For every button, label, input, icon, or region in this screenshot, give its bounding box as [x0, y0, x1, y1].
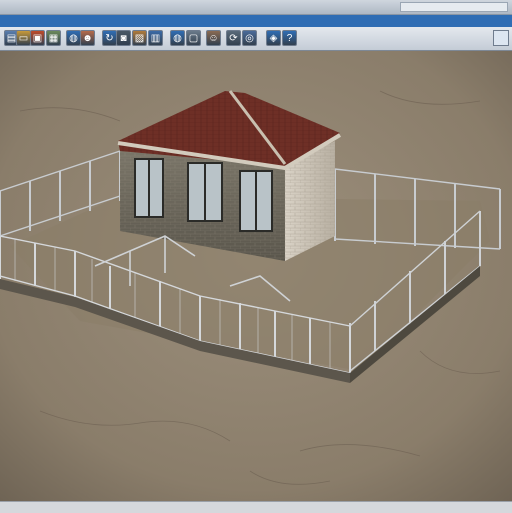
print-icon: ▦ [48, 33, 59, 44]
window-icon[interactable] [493, 30, 509, 46]
user-icon: ☺ [208, 33, 219, 44]
status-bar [0, 501, 512, 513]
rotate-icon: ⟳ [229, 33, 238, 44]
toolbar-button-save[interactable]: ▣ [30, 30, 45, 46]
toolbar-button-open-folder[interactable]: ▭ [16, 30, 31, 46]
toolbar-button-rotate[interactable]: ⟳ [226, 30, 241, 46]
toolbar-button-person[interactable]: ☻ [80, 30, 95, 46]
toolbar-button-camera[interactable]: ◙ [116, 30, 131, 46]
person-icon: ☻ [82, 33, 93, 44]
toolbar-button-refresh[interactable]: ↻ [102, 30, 117, 46]
3d-viewport[interactable] [0, 51, 512, 501]
toolbar-button-globe[interactable]: ◍ [170, 30, 185, 46]
image-icon: ▨ [134, 33, 145, 44]
layers-icon: ◈ [269, 33, 278, 44]
menu-bar [0, 15, 512, 27]
camera-icon: ◙ [120, 33, 127, 44]
toolbar-button-print[interactable]: ▦ [46, 30, 61, 46]
toolbar-button-image[interactable]: ▨ [132, 30, 147, 46]
title-bar [0, 0, 512, 15]
open-folder-icon: ▭ [18, 33, 29, 44]
toolbar-button-chart[interactable]: ▥ [148, 30, 163, 46]
toolbar: ▤ ▭ ▣ ▦ ◍ ☻ ↻ ◙ ▨ ▥ ◍ ▢ ☺ ⟳ ◎ ◈? [0, 27, 512, 51]
toolbar-button-globe[interactable]: ◍ [66, 30, 81, 46]
toolbar-button-orbit[interactable]: ◎ [242, 30, 257, 46]
globe-icon: ◍ [173, 33, 182, 44]
chart-icon: ▥ [150, 33, 161, 44]
save-icon: ▣ [32, 33, 43, 44]
3d-scene[interactable] [0, 51, 512, 501]
help-icon: ? [286, 33, 293, 44]
orbit-icon: ◎ [245, 33, 254, 44]
paste-icon: ▢ [188, 33, 199, 44]
title-bar-search-field[interactable] [400, 2, 508, 12]
toolbar-button-paste[interactable]: ▢ [186, 30, 201, 46]
toolbar-button-help[interactable]: ? [282, 30, 297, 46]
globe-icon: ◍ [69, 33, 78, 44]
refresh-icon: ↻ [105, 33, 114, 44]
toolbar-button-layers[interactable]: ◈ [266, 30, 281, 46]
toolbar-button-user[interactable]: ☺ [206, 30, 221, 46]
